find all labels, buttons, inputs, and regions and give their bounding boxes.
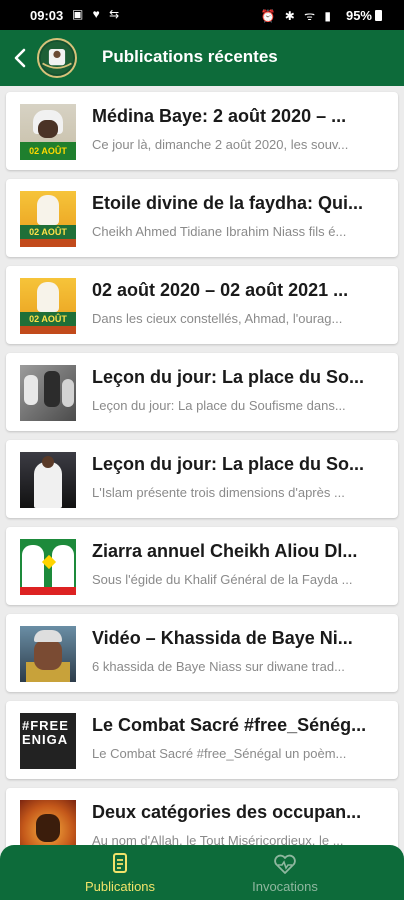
list-item[interactable]: 02 AOÛT 02 août 2020 – 02 août 2021 ... …: [6, 266, 398, 344]
post-title: 02 août 2020 – 02 août 2021 ...: [92, 280, 349, 300]
notification-icons: ▣ ♥ ⇆: [72, 7, 123, 21]
nav-publications[interactable]: Publications: [50, 851, 190, 897]
post-title: Le Combat Sacré #free_Sénég...: [92, 715, 367, 735]
list-item[interactable]: Vidéo – Khassida de Baye Ni... 6 khassid…: [6, 614, 398, 692]
app-bar: Publications récentes: [0, 30, 404, 86]
list-item[interactable]: Leçon du jour: La place du So... Leçon d…: [6, 353, 398, 431]
nav-invocations[interactable]: Invocations: [215, 851, 355, 897]
post-excerpt: Le Combat Sacré #free_Sénégal un poèm...: [92, 746, 347, 761]
post-title: Leçon du jour: La place du So...: [92, 367, 365, 387]
post-excerpt: Cheikh Ahmed Tidiane Ibrahim Niass fils …: [92, 224, 347, 239]
arrow-back-icon[interactable]: [10, 44, 30, 72]
thumbnail-banner-text: 02 AOÛT: [20, 142, 76, 160]
post-excerpt: Ce jour là, dimanche 2 août 2020, les so…: [92, 137, 349, 152]
post-thumbnail: [20, 452, 76, 508]
app-logo-icon: [37, 38, 77, 78]
thumbnail-banner-text: 02 AOÛT: [20, 225, 76, 239]
status-time: 09:03: [30, 8, 64, 23]
post-excerpt: Dans les cieux constellés, Ahmad, l'oura…: [92, 311, 343, 326]
post-title: Leçon du jour: La place du So...: [92, 454, 365, 474]
battery-level: 95%: [346, 8, 382, 23]
list-item[interactable]: 02 AOÛT Etoile divine de la faydha: Qui.…: [6, 179, 398, 257]
post-excerpt: Sous l'égide du Khalif Général de la Fay…: [92, 572, 353, 587]
post-thumbnail: [20, 626, 76, 682]
post-excerpt: 6 khassida de Baye Niass sur diwane trad…: [92, 659, 345, 674]
status-bar: 09:03 ▣ ♥ ⇆ ⏰ ✱ ᯤ ▮ 95%: [0, 0, 404, 30]
document-icon: [108, 853, 132, 875]
system-icons: ⏰ ✱ ᯤ ▮: [260, 9, 334, 23]
post-title: Vidéo – Khassida de Baye Ni...: [92, 628, 353, 648]
bottom-navigation: Publications Invocations: [0, 845, 404, 900]
battery-icon: [375, 10, 382, 21]
post-thumbnail: 02 AOÛT: [20, 191, 76, 247]
page-title: Publications récentes: [102, 47, 278, 66]
post-title: Etoile divine de la faydha: Qui...: [92, 193, 364, 213]
post-thumbnail: 02 AOÛT: [20, 278, 76, 334]
post-thumbnail: #FREE ENIGA: [20, 713, 76, 769]
post-excerpt: Leçon du jour: La place du Soufisme dans…: [92, 398, 346, 413]
nav-publications-label: Publications: [84, 879, 156, 894]
heart-pulse-icon: [273, 853, 297, 875]
thumbnail-banner-text: #FREE ENIGA: [22, 718, 69, 747]
post-excerpt: L'Islam présente trois dimensions d'aprè…: [92, 485, 345, 500]
list-item[interactable]: #FREE ENIGA Le Combat Sacré #free_Sénég.…: [6, 701, 398, 779]
nav-invocations-label: Invocations: [252, 879, 318, 894]
post-thumbnail: 02 AOÛT: [20, 104, 76, 160]
post-thumbnail: [20, 365, 76, 421]
list-item[interactable]: 02 AOÛT Médina Baye: 2 août 2020 – ... C…: [6, 92, 398, 170]
post-title: Ziarra annuel Cheikh Aliou Dl...: [92, 541, 358, 561]
post-thumbnail: [20, 539, 76, 595]
post-title: Médina Baye: 2 août 2020 – ...: [92, 106, 347, 126]
thumbnail-banner-text: 02 AOÛT: [20, 312, 76, 326]
list-item[interactable]: Ziarra annuel Cheikh Aliou Dl... Sous l'…: [6, 527, 398, 605]
list-item[interactable]: Leçon du jour: La place du So... L'Islam…: [6, 440, 398, 518]
post-title: Deux catégories des occupan...: [92, 802, 362, 822]
